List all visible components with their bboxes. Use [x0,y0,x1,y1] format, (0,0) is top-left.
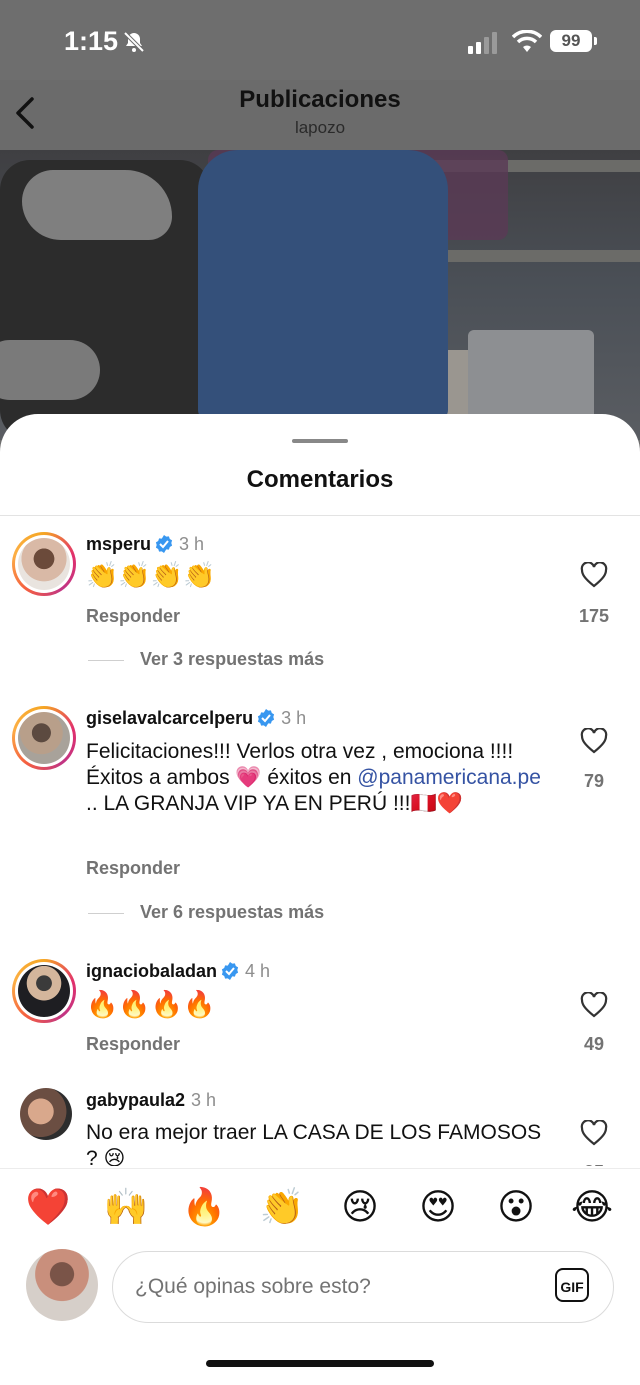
username[interactable]: giselavalcarcelperu [86,708,253,728]
comments-sheet: Comentarios msperu 3 h 👏👏👏👏 Responder 175… [0,414,640,1385]
avatar[interactable] [12,959,76,1023]
mention-link[interactable]: @panamericana.pe [357,766,541,789]
emoji-reaction-bar: ❤️ 🙌 🔥 👏 😢 😍 😮 😂 [0,1168,640,1249]
emoji-laughing-button[interactable]: 😂 [568,1183,616,1231]
sheet-title: Comentarios [246,466,394,493]
comment-time: 4 h [245,961,271,981]
view-more-replies-label: Ver 6 respuestas más [140,902,325,922]
username[interactable]: gabypaula2 [86,1090,185,1110]
like-count: 79 [583,771,605,791]
wifi-icon [512,30,542,52]
verified-badge-icon [155,535,173,553]
comment-text: No era mejor traer LA CASA DE LOS FAMOSO… [86,1121,542,1166]
page-title: Publicaciones [239,86,401,113]
heart-icon[interactable] [580,1120,608,1146]
emoji-fire-button[interactable]: 🔥 [180,1183,228,1231]
cellular-signal-icon [468,32,497,54]
emoji-heart-eyes-button[interactable]: 😍 [414,1183,462,1231]
view-more-replies[interactable]: Ver 6 respuestas más [88,902,324,923]
current-user-avatar [26,1249,98,1321]
person-shape [198,150,448,420]
emoji-raised-hands-button[interactable]: 🙌 [102,1183,150,1231]
like-count: 175 [578,606,610,626]
verified-badge-icon [221,962,239,980]
comment-header: ignaciobaladan 4 h [86,961,270,982]
avatar[interactable] [20,1088,72,1140]
comment-time: 3 h [191,1090,217,1110]
comment-header: msperu 3 h [86,534,204,555]
avatar[interactable] [12,706,76,770]
sheet-grabber[interactable] [292,439,348,443]
heart-icon[interactable] [580,992,608,1018]
comment-composer: GIF [112,1251,614,1323]
reply-button[interactable]: Responder [86,606,180,627]
reply-button[interactable]: Responder [86,858,180,879]
reply-button[interactable]: Responder [86,1034,180,1055]
view-more-replies-label: Ver 3 respuestas más [140,649,325,669]
nav-header: Publicaciones lapozo [0,80,640,150]
battery-indicator: 99 [550,30,597,52]
comment-text: 🔥🔥🔥🔥 [86,989,216,1019]
heart-icon[interactable] [580,728,608,754]
emoji-crying-button[interactable]: 😢 [336,1183,384,1231]
emoji-heart-button[interactable]: ❤️ [24,1183,72,1231]
avatar[interactable] [12,532,76,596]
username[interactable]: msperu [86,534,151,554]
comment-time: 3 h [179,534,205,554]
page-subtitle[interactable]: lapozo [0,118,640,138]
verified-badge-icon [258,709,275,727]
comment-text: 👏👏👏👏 [86,560,216,590]
comments-list[interactable]: msperu 3 h 👏👏👏👏 Responder 175 Ver 3 respu… [0,516,640,1166]
bell-muted-icon [123,31,145,53]
username[interactable]: ignaciobaladan [86,961,217,981]
heart-icon[interactable] [580,562,608,588]
post-image [0,150,640,440]
emoji-surprised-button[interactable]: 😮 [492,1183,540,1231]
clock: 1:15 [64,26,119,56]
like-count: 49 [583,1034,605,1054]
emoji-clap-button[interactable]: 👏 [258,1183,306,1231]
comment-text: Felicitaciones!!! Verlos otra vez , emoc… [86,740,541,815]
status-bar: 1:15 99 [0,0,640,88]
comment-header: gabypaula2 3 h [86,1090,216,1111]
like-count: 35 [560,1162,628,1166]
comment-time: 3 h [281,708,307,728]
home-indicator [206,1360,434,1367]
comment-input[interactable] [133,1270,537,1304]
comment-header: giselavalcarcelperu 3 h [86,708,306,729]
gif-button[interactable]: GIF [555,1268,589,1302]
view-more-replies[interactable]: Ver 3 respuestas más [88,649,324,670]
